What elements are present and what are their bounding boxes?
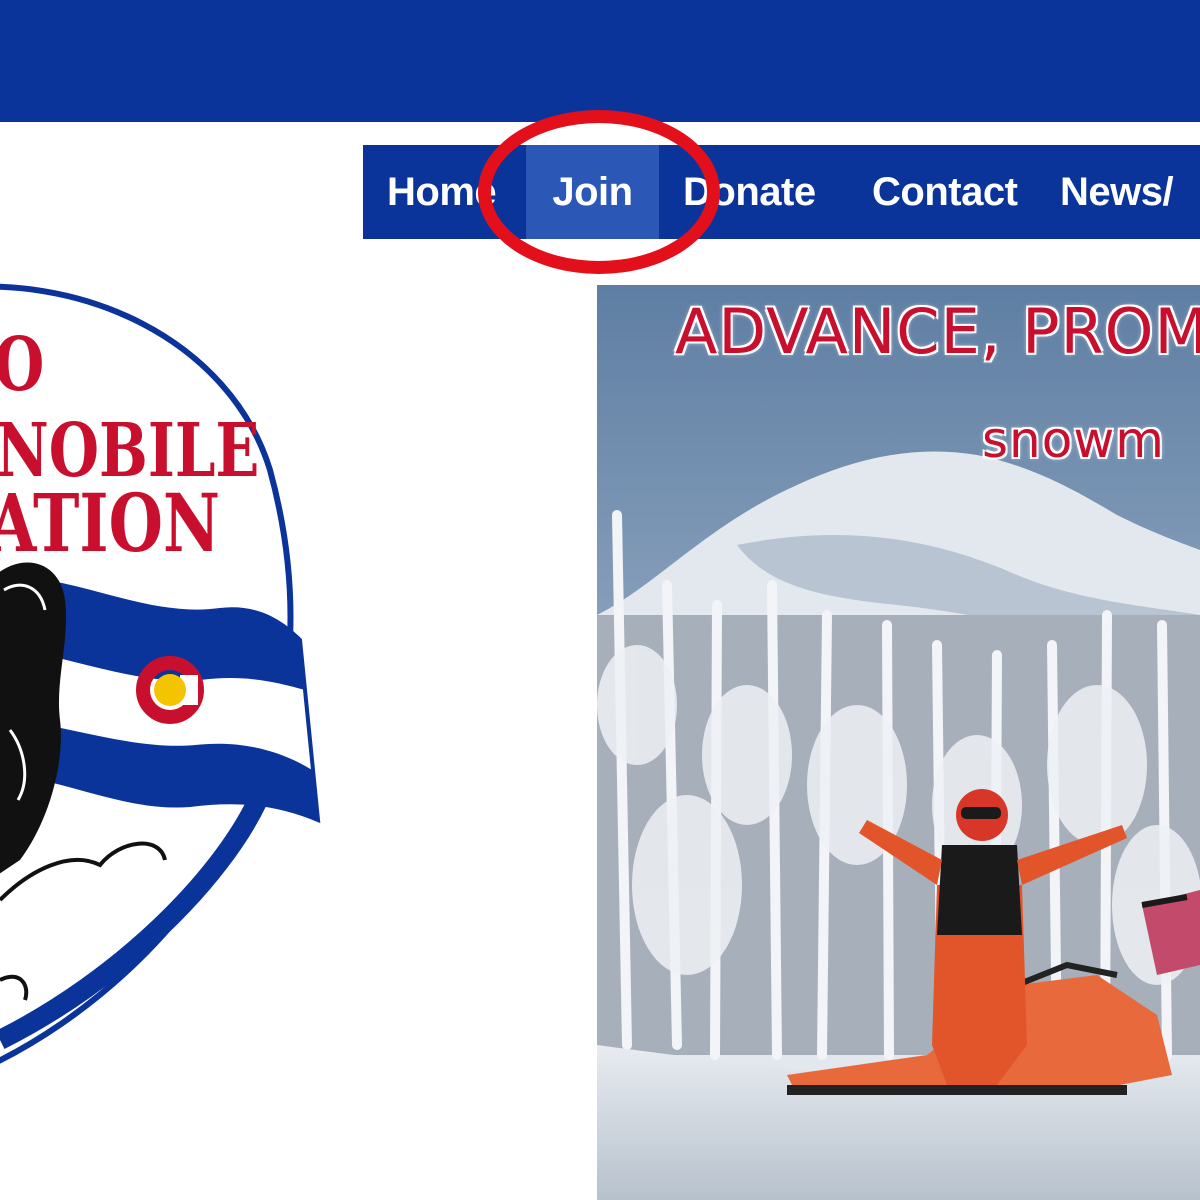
nav-contact[interactable]: Contact [847,145,1050,239]
page: Home Join Donate Contact News/ NOBILE AT… [0,0,1200,1200]
rider-silhouette-icon [0,562,67,874]
logo-text-line-1: O [0,322,44,408]
main-nav: Home Join Donate Contact News/ [363,145,1200,239]
hero-subheadline: snowm [982,411,1165,469]
nav-join[interactable]: Join [526,145,659,239]
hero-headline: ADVANCE, PROM [675,295,1200,368]
association-logo[interactable]: O NOBILE ATION [0,280,340,1080]
nav-news[interactable]: News/ [1050,145,1174,239]
logo-text-line-3: ATION [0,476,221,570]
top-banner [0,0,1200,122]
hero-image[interactable]: ADVANCE, PROM snowm [597,285,1200,1200]
logo-lower-band [0,795,268,1049]
logo-graphic [0,283,321,1064]
nav-home[interactable]: Home [363,145,526,239]
nav-donate[interactable]: Donate [659,145,847,239]
